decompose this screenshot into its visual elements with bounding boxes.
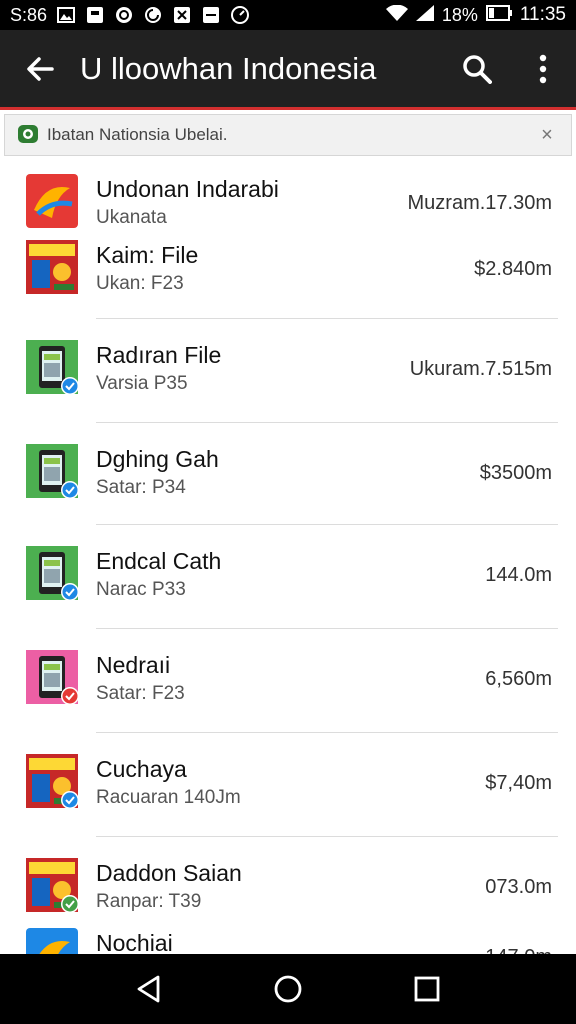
arrow-back-icon[interactable]	[0, 29, 80, 109]
sync-icon	[114, 5, 134, 25]
item-size: 147.0m	[485, 946, 552, 954]
clock: 11:35	[519, 4, 566, 25]
item-size: Muzram.17.30m	[407, 192, 553, 214]
battery-text: 18%	[441, 4, 478, 25]
item-subtitle: Narac P33	[96, 579, 186, 600]
page-title: U lloowhan Indonesia	[80, 50, 377, 86]
item-name: Nochiai	[96, 930, 173, 954]
item-name: Undonan Indarabi	[96, 176, 279, 202]
item-subtitle: Ukanata	[96, 207, 167, 228]
item-size: $2.840m	[474, 258, 552, 280]
item-subtitle: Satar: P34	[96, 477, 186, 498]
item-name: Kaim: File	[96, 242, 199, 268]
search-icon[interactable]	[444, 29, 510, 109]
item-subtitle: Ukan: F23	[96, 273, 184, 294]
navigation-bar	[0, 954, 576, 1024]
nav-home-icon[interactable]	[258, 959, 318, 1019]
item-subtitle: Ranpar: T39	[96, 891, 202, 912]
status-left-text: S:86	[10, 4, 48, 25]
item-name: Daddon Saian	[96, 860, 242, 886]
phone-icon	[26, 444, 79, 499]
list-item[interactable]: Nedraıi Satar: F23 6,560m	[0, 650, 576, 710]
refresh-icon	[143, 5, 163, 25]
item-texts: Cuchaya Racuaran 140Jm	[96, 756, 241, 809]
nav-back-icon[interactable]	[119, 959, 179, 1019]
item-texts: Nedraıi Satar: F23	[96, 652, 185, 705]
divider	[96, 836, 558, 837]
notice-banner: Ibatan Nationsia Ubelai. ×	[4, 114, 572, 156]
list-item[interactable]: Daddon Saian Ranpar: T39 073.0m	[0, 858, 576, 918]
divider	[96, 422, 558, 423]
item-texts: Radıran File Varsia P35	[96, 342, 221, 395]
signal-icon	[415, 4, 434, 26]
book-cover-icon	[26, 240, 78, 294]
download-list: Undonan Indarabi Ukanata Muzram.17.30m Kaim…	[0, 160, 576, 954]
item-name: Radıran File	[96, 342, 222, 368]
wifi-icon	[385, 4, 408, 26]
item-size: Ukuram.7.515m	[409, 358, 552, 380]
divider	[96, 628, 558, 629]
divider	[96, 318, 558, 319]
divider	[96, 732, 558, 733]
list-item[interactable]: Kaim: File Ukan: F23 $2.840m	[0, 240, 576, 300]
item-texts: Nochiai	[96, 930, 173, 954]
item-texts: Undonan Indarabi Ukanata	[96, 176, 279, 229]
store-icon	[17, 122, 39, 149]
list-item[interactable]: Endcal Cath Narac P33 144.0m	[0, 546, 576, 606]
item-texts: Dghing Gah Satar: P34	[96, 446, 219, 499]
list-item[interactable]: Radıran File Varsia P35 Ukuram.7.515m	[0, 340, 576, 400]
item-name: Cuchaya	[96, 756, 187, 782]
minus-icon	[201, 5, 221, 25]
item-subtitle: Satar: F23	[96, 683, 185, 704]
item-texts: Kaim: File Ukan: F23	[96, 242, 198, 295]
item-subtitle: Racuaran 140Jm	[96, 787, 241, 808]
item-size: $7,40m	[485, 772, 552, 794]
app-bar: U lloowhan Indonesia	[0, 30, 576, 110]
divider	[96, 524, 558, 525]
item-name: Nedraıi	[96, 652, 171, 678]
item-size: $3500m	[479, 462, 552, 484]
item-texts: Endcal Cath Narac P33	[96, 548, 221, 601]
crop-icon	[172, 5, 192, 25]
list-item[interactable]: Cuchaya Racuaran 140Jm $7,40m	[0, 754, 576, 814]
status-bar: S:86 18% 11:35	[0, 0, 576, 30]
item-name: Endcal Cath	[96, 548, 222, 574]
phone-icon	[26, 340, 79, 395]
app-logo-icon	[26, 928, 78, 954]
more-vert-icon[interactable]	[510, 29, 576, 109]
list-item[interactable]: Dghing Gah Satar: P34 $3500m	[0, 444, 576, 504]
list-item[interactable]: Undonan Indarabi Ukanata Muzram.17.30m	[0, 174, 576, 234]
list-item[interactable]: Nochiai 147.0m	[0, 928, 576, 954]
phone-icon	[26, 650, 79, 705]
book-cover-icon	[26, 754, 79, 809]
phone-icon	[26, 546, 79, 601]
item-size: 073.0m	[485, 876, 552, 898]
item-size: 6,560m	[485, 668, 552, 690]
image-icon	[56, 5, 76, 25]
nav-recents-icon[interactable]	[397, 959, 457, 1019]
battery-icon	[485, 4, 512, 26]
close-icon[interactable]: ×	[535, 124, 559, 147]
item-size: 144.0m	[485, 564, 552, 586]
speed-icon	[230, 5, 250, 25]
notice-text: Ibatan Nationsia Ubelai.	[47, 125, 228, 144]
item-name: Dghing Gah	[96, 446, 219, 472]
app-logo-icon	[26, 174, 78, 228]
app-icon	[85, 5, 105, 25]
item-texts: Daddon Saian Ranpar: T39	[96, 860, 242, 913]
book-cover-icon	[26, 858, 79, 913]
item-subtitle: Varsia P35	[96, 373, 188, 394]
